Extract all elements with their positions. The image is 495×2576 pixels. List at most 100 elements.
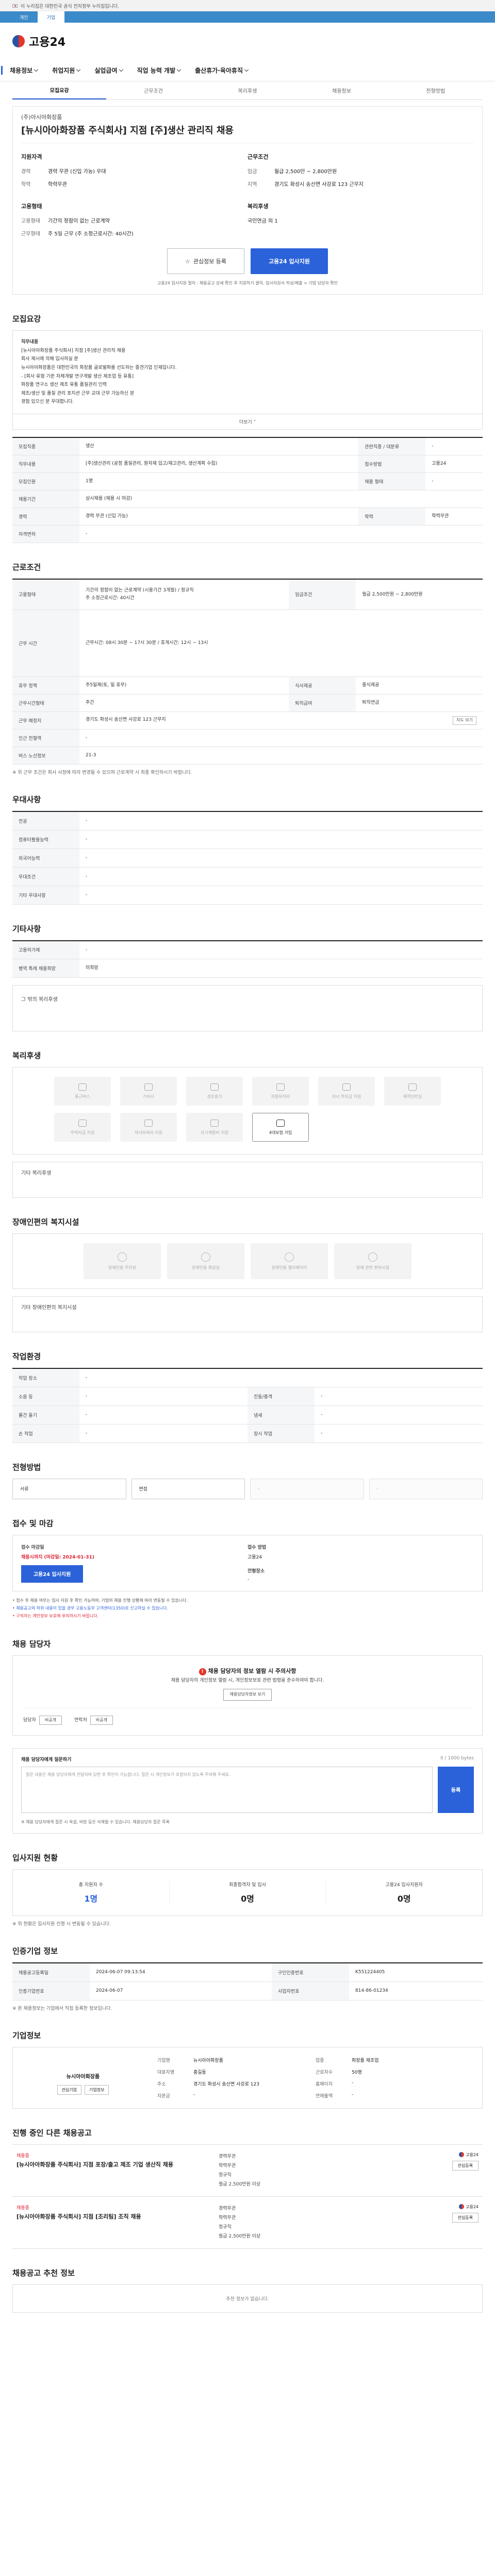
summary-benefits: 복리후생 국민연금 외 1: [248, 203, 278, 224]
related-jobs: 채용중 [뉴시아아화장품 주식회사] 지점 포장/출고 제조 기업 생산직 채용 …: [12, 2144, 483, 2249]
workenv-table: 작업 장소 - 소음 등 - 진동/충격 - 물건 들기 - 냄새 - 손 작업 - 장시 작업 -: [12, 1368, 483, 1443]
job-title: [뉴시아아화장품 주식회사] 지점 [주]생산 관리직 채용: [21, 123, 474, 143]
benefit-icon: [144, 1083, 153, 1091]
company-scrap-button[interactable]: 관심기업: [57, 2084, 81, 2095]
company-name[interactable]: (주)아시아화장품: [21, 113, 474, 121]
summary-qualification: 지원자격 경력 경력 무관 (신입 가능) 우대 학력 학력무관: [21, 154, 106, 188]
preferences-title: 우대사항: [12, 795, 41, 805]
job-scrap-button[interactable]: 관심등록: [452, 2160, 478, 2171]
nav-employment-support[interactable]: 취업지원: [45, 66, 87, 75]
job-summary: (주)아시아화장품 [뉴시아아화장품 주식회사] 지점 [주]생산 관리직 채용…: [12, 106, 483, 295]
list-item[interactable]: 채용중 [뉴시아아화장품 주식회사] 지점 포장/출고 제조 기업 생산직 채용 …: [12, 2144, 483, 2196]
tab-recruit[interactable]: 모집요강: [12, 81, 107, 99]
alert-icon: !: [199, 1668, 206, 1676]
other-table: 고용허가제 - 병역 특례 채용희망 미희망: [12, 940, 483, 978]
recommend-empty: 추천 정보가 없습니다.: [12, 2284, 483, 2313]
parking-icon: [118, 1252, 127, 1262]
stat-item: 고용24 입사지원자 0명: [385, 1883, 423, 1904]
nav-unemployment[interactable]: 실업급여: [87, 66, 129, 75]
selection-step: -: [250, 1478, 364, 1499]
benefits-title: 복리후생: [12, 1051, 41, 1061]
benefit-icon: [144, 1119, 153, 1127]
more-button[interactable]: 더보기 ˅: [12, 414, 483, 430]
recruit-title: 모집요강: [12, 314, 41, 324]
company-info-button[interactable]: 기업정보: [85, 2084, 109, 2095]
benefit-icon: [210, 1083, 219, 1091]
benefit-icon: [78, 1083, 87, 1091]
tab-conditions[interactable]: 근무조건: [106, 81, 200, 99]
tab-recruit-info[interactable]: 채용정보: [294, 81, 388, 99]
chevron-down-icon: [119, 67, 123, 72]
recruit-description: 직무내용 [뉴시아아화장품 주식회사] 지점 [주]생산 관리직 채용 회사 제…: [12, 330, 483, 415]
disability-item: 장애인용 화장실: [167, 1243, 244, 1280]
disability-extra: 기타 장애인편의 복지시설: [12, 1296, 483, 1333]
toggle-company[interactable]: 기업: [37, 11, 65, 23]
tab-selection[interactable]: 전형방법: [389, 81, 483, 99]
chevron-down-icon: [244, 67, 249, 72]
conditions-title: 근로조건: [12, 562, 41, 572]
other-benefits-box: 그 밖의 복리후생: [12, 985, 483, 1032]
elevator-icon: [285, 1252, 294, 1262]
apply-box: 접수 마감일 채용시까지 (마감일: 2024-01-31) 고용24 입사지원…: [12, 1534, 483, 1591]
job-scrap-button[interactable]: 관심등록: [452, 2212, 478, 2223]
scrap-button[interactable]: ☆ 관심정보 등록: [167, 248, 244, 274]
inquiry-input[interactable]: 질문 내용은 채용 담당자에게 전달되며 답변 후 확인이 가능합니다. 질문 …: [21, 1766, 433, 1813]
selection-step: -: [369, 1478, 483, 1499]
benefit-item: 자기계발비 지원: [186, 1113, 243, 1142]
benefit-item: 기숙사: [120, 1077, 177, 1106]
benefit-item: 주택자금 지원: [54, 1113, 111, 1142]
flag-icon: [12, 4, 18, 8]
user-type-toggle: 개인 기업: [0, 11, 495, 23]
benefit-item: 통근버스: [54, 1077, 111, 1106]
benefit-item: 체력단련실: [384, 1077, 441, 1106]
conditions-note: ※ 위 근무 조건은 회사 사정에 따라 변경될 수 있으며 근로계약 시 최종…: [12, 770, 192, 776]
chevron-down-icon: [76, 67, 81, 72]
apply-button[interactable]: 고용24 입사지원: [251, 248, 328, 274]
benefit-item: 차량유지비: [252, 1077, 309, 1106]
job24-icon: [459, 2204, 465, 2210]
logo-icon[interactable]: [12, 35, 25, 47]
chevron-down-icon: [176, 67, 182, 72]
disability-title: 장애인편의 복지시설: [12, 1217, 79, 1227]
apply-title: 접수 및 마감: [12, 1518, 54, 1528]
nav-jobs[interactable]: 채용정보: [1, 66, 45, 75]
summary-conditions: 근무조건 임금 월급 2,500만 ~ 2,800만원 지역 경기도 화성시 송산면…: [248, 154, 364, 188]
site-logo[interactable]: 고용24: [29, 33, 65, 49]
site-header: 고용24: [0, 23, 495, 60]
facility-icon: [368, 1252, 377, 1262]
nav-training[interactable]: 직업 능력 개발: [130, 66, 188, 75]
company-box: 뉴시아아화장품 관심기업 기업정보 기업명 뉴시아아화장품 업종 화장품 제조업 대표…: [12, 2046, 483, 2109]
benefit-icon: [408, 1083, 417, 1091]
benefit-icon: [210, 1119, 219, 1127]
map-button[interactable]: 지도 보기: [453, 716, 476, 725]
star-icon: ☆: [185, 258, 190, 265]
apply-button-2[interactable]: 고용24 입사지원: [21, 1565, 83, 1583]
gov-banner: 이 누리집은 대한민국 공식 전자정부 누리집입니다.: [0, 0, 495, 11]
gov-banner-text: 이 누리집은 대한민국 공식 전자정부 누리집입니다.: [21, 4, 120, 9]
preferences-table: 전공 - 컴퓨터활용능력 - 외국어능력 - 우대조건 - 기타 우대사항 -: [12, 811, 483, 905]
inquiry-submit-button[interactable]: 등록: [438, 1766, 474, 1813]
job24-icon: [459, 2152, 465, 2158]
reginfo-title: 인증기업 정보: [12, 1946, 58, 1956]
tab-benefits[interactable]: 복리후생: [201, 81, 294, 99]
workenv-title: 작업환경: [12, 1352, 41, 1362]
company-logo-name: 뉴시아아화장품: [66, 2074, 100, 2080]
benefit-item: 경조휴가: [186, 1077, 243, 1106]
manager-view-button[interactable]: 채용담당자정보 보기: [223, 1689, 272, 1701]
list-item[interactable]: 채용중 [뉴시아아화장품 주식회사] 지점 [조리팀] 조직 채용 경력무관 학력무…: [12, 2196, 483, 2249]
inquiry-box: 채용 담당자에게 질문하기 0 / 1000 bytes 질문 내용은 채용 담당…: [12, 1748, 483, 1834]
global-nav: 채용정보 취업지원 실업급여 직업 능력 개발 출산휴가·육아휴직: [0, 60, 495, 81]
benefit-icon: [78, 1119, 87, 1127]
selection-steps: 서류 면접 - -: [12, 1478, 483, 1499]
toggle-personal[interactable]: 개인: [10, 11, 38, 23]
disability-box: 장애인용 주차장 장애인용 화장실 장애인용 엘리베이터 장애 관련 편의시설: [12, 1233, 483, 1290]
benefit-item: 자녀 학자금 지원: [318, 1077, 375, 1106]
manager-title: 채용 담당자: [12, 1639, 51, 1649]
benefit-icon: [276, 1119, 285, 1127]
restroom-icon: [201, 1252, 210, 1262]
nav-parental-leave[interactable]: 출산휴가·육아휴직: [188, 66, 255, 75]
stat-item: 총 지원자 수 1명: [13, 1881, 170, 1905]
disability-item: 장애 관련 편의시설: [334, 1243, 411, 1280]
conditions-table: 고용형태 기간의 정함이 없는 근로계약 (시용기간 3개월) / 정규직 주 소정…: [12, 578, 483, 765]
selection-title: 전형방법: [12, 1462, 41, 1472]
